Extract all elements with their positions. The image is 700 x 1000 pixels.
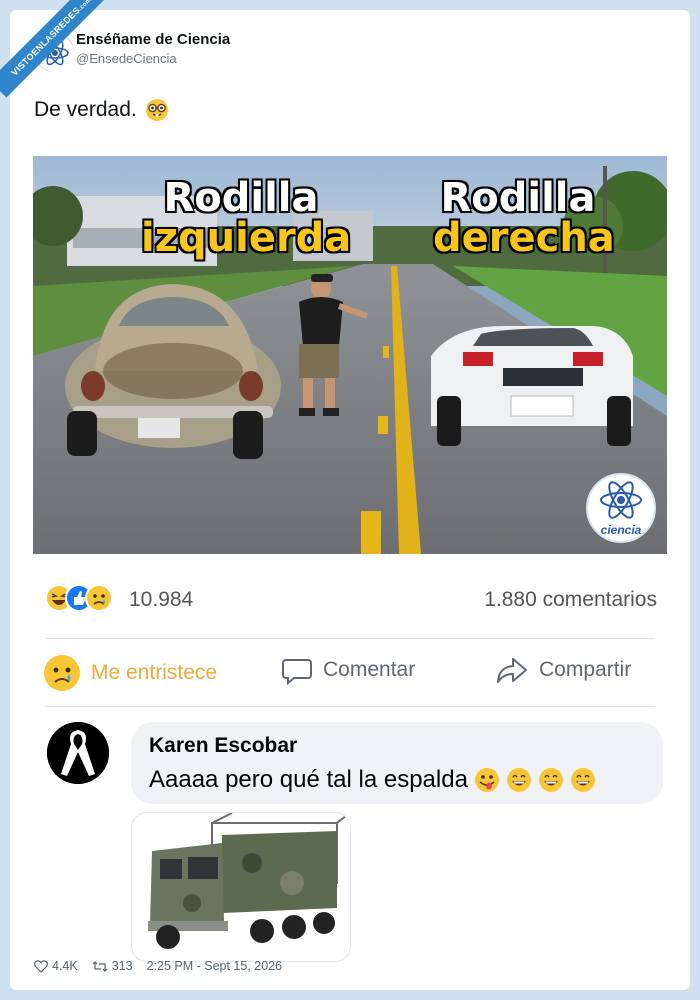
right-label: Rodilla derecha [433,175,615,261]
reaction-count: 10.984 [129,588,194,611]
like-count: 4.4K [52,959,78,973]
like-stat[interactable]: 4.4K [34,959,78,973]
comment-button[interactable]: Comentar [281,654,415,686]
timestamp[interactable]: 2:25 PM - Sept 15, 2026 [147,959,283,973]
author-name[interactable]: Enséñame de Ciencia [76,31,230,48]
grin-emoji-icon [570,768,595,792]
retweet-icon [92,960,108,972]
comment-text: Aaaaa pero qué tal la espalda [149,766,596,794]
reaction-icons [45,584,113,612]
share-label: Compartir [539,658,632,681]
comment-attachment-image[interactable] [131,812,351,962]
reactions-summary[interactable]: 10.984 1.880 comentarios [33,580,667,620]
sad-icon [85,584,113,612]
nerd-face-emoji-icon [145,99,168,121]
right-label-line1: Rodilla [440,175,596,221]
meme-image[interactable]: ciencia Rodilla izquierda Rodilla derech… [33,156,667,554]
tongue-face-emoji-icon [474,768,499,792]
ciencia-logo: ciencia [586,473,656,543]
tweet-text: De verdad. [34,98,169,122]
heart-icon [34,959,48,973]
tweet-footer: 4.4K 313 2:25 PM - Sept 15, 2026 [34,959,282,973]
commenter-avatar[interactable] [47,722,109,784]
grin-emoji-icon [538,768,563,792]
mourning-ribbon-icon [47,722,109,784]
logo-text: ciencia [601,523,642,537]
sad-face-icon [44,655,80,691]
share-button[interactable]: Compartir [495,654,631,686]
grin-emoji-icon [506,768,531,792]
comment-bubble: Karen Escobar Aaaaa pero qué tal la espa… [131,722,663,804]
comment-label: Comentar [323,658,416,681]
facebook-post-footer: 10.984 1.880 comentarios Me entristece C… [33,554,667,962]
divider-top [45,638,655,639]
divider-bottom [45,706,655,707]
left-label: Rodilla izquierda [141,175,352,261]
retweet-count: 313 [111,959,133,973]
comments-count[interactable]: 1.880 comentarios [484,588,657,612]
right-label-line2: derecha [433,215,615,261]
left-label-line1: Rodilla [163,175,319,221]
military-truck-image [132,813,350,961]
react-label: Me entristece [91,661,218,684]
tweet-card: VISTOENLASREDES.com Enséñame de Ciencia … [0,0,690,990]
comment-bubble-icon [282,659,312,686]
share-arrow-icon [497,658,527,683]
commenter-name[interactable]: Karen Escobar [149,734,297,758]
tweet-text-content: De verdad. [34,98,137,121]
author-handle[interactable]: @EnsedeCiencia [76,51,177,66]
comment-text-content: Aaaaa pero qué tal la espalda [149,766,468,793]
retweet-stat[interactable]: 313 [92,959,133,973]
left-label-line2: izquierda [141,215,352,261]
watermark-suffix: .com [77,0,93,13]
react-button[interactable]: Me entristece [43,654,217,692]
actions-row: Me entristece Comentar Compartir [33,650,667,696]
